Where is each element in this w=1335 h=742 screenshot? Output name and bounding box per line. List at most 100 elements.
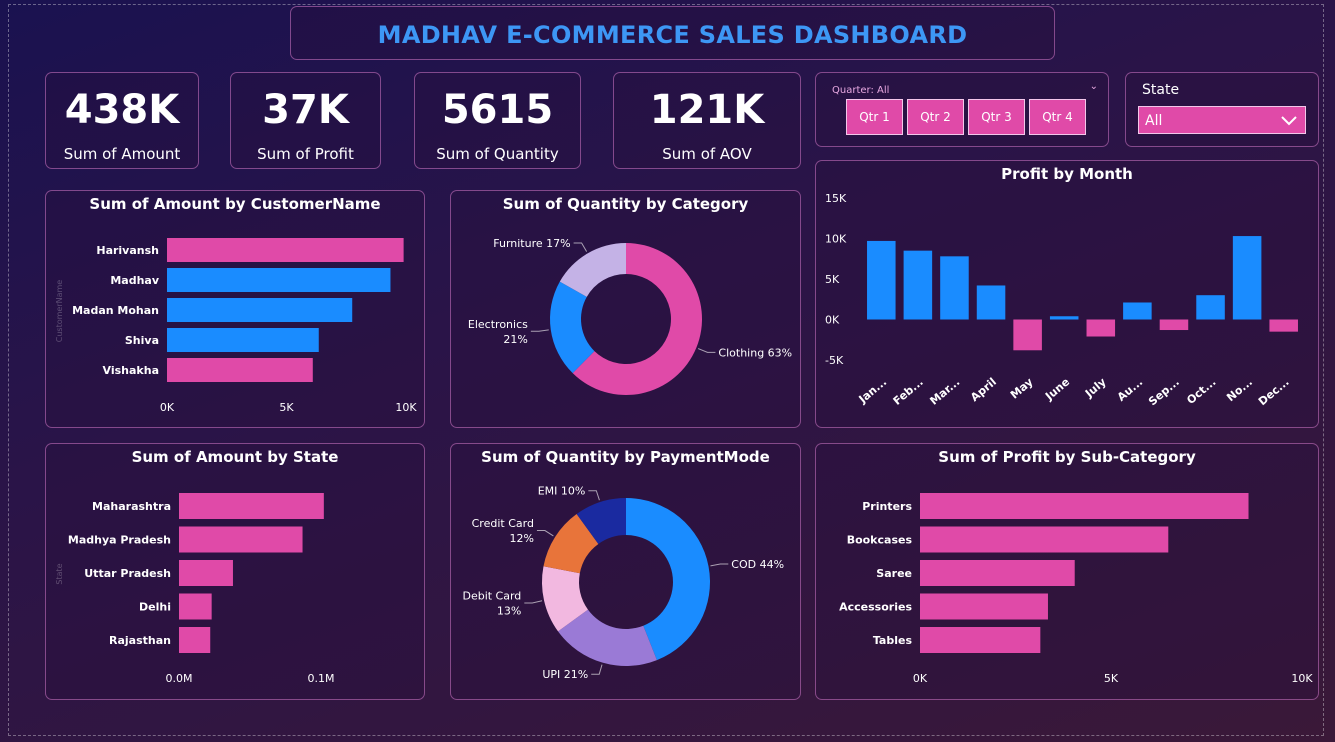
category-label: June <box>1042 375 1072 403</box>
bar <box>167 298 353 322</box>
kpi-label: Sum of AOV <box>662 145 752 163</box>
bar <box>920 627 1041 653</box>
tick-label: -5K <box>825 354 844 367</box>
tick-label: 0K <box>160 401 175 414</box>
category-label: Maharashtra <box>92 500 171 513</box>
axis-label-y: CustomerName <box>55 280 64 343</box>
kpi-card-quantity: 5615 Sum of Quantity <box>414 72 581 169</box>
slice-label: UPI 21% <box>542 668 588 681</box>
tick-label: 15K <box>825 192 847 205</box>
state-dropdown-value: All <box>1145 113 1163 129</box>
bar <box>167 268 391 292</box>
slice-label: Debit Card <box>462 589 521 602</box>
chart-quantity-by-payment: Sum of Quantity by PaymentMode COD 44% UP… <box>450 443 801 700</box>
bar <box>920 560 1075 586</box>
category-label: Madan Mohan <box>72 304 159 317</box>
qtr1-button[interactable]: Qtr 1 <box>846 99 903 135</box>
bar <box>1123 302 1152 320</box>
kpi-card-aov: 121K Sum of AOV <box>613 72 801 169</box>
category-label: May <box>1008 375 1036 401</box>
slice-label: Electronics <box>468 318 528 331</box>
chevron-down-icon <box>1281 116 1297 126</box>
state-bar-chart: State Maharashtra Madhya Pradesh Uttar Prad… <box>55 493 334 685</box>
category-label: July <box>1082 375 1109 400</box>
bar <box>179 593 212 620</box>
qtr2-button[interactable]: Qtr 2 <box>907 99 964 135</box>
category-label: Harivansh <box>96 244 159 257</box>
slice-label: Credit Card <box>472 517 534 530</box>
kpi-card-amount: 438K Sum of Amount <box>45 72 199 169</box>
bar <box>179 627 211 653</box>
tick-label: 10K <box>395 401 417 414</box>
slice-label: EMI 10% <box>538 485 586 498</box>
dashboard-title: MADHAV E-COMMERCE SALES DASHBOARD <box>377 21 968 49</box>
category-label: Shiva <box>125 334 159 347</box>
category-label: Tables <box>873 634 913 647</box>
chart-profit-by-subcategory: Sum of Profit by Sub-Category Printers Bo… <box>815 443 1319 700</box>
bar <box>167 358 313 382</box>
slice-label: Furniture 17% <box>493 237 570 250</box>
chart-quantity-by-category: Sum of Quantity by Category Clothing 63%… <box>450 190 801 428</box>
category-label: Uttar Pradesh <box>84 567 171 580</box>
tick-label: 5K <box>1104 672 1119 685</box>
payment-donut-chart: COD 44% UPI 21% Debit Card 13% Credit Card 12… <box>462 485 784 681</box>
bar <box>1159 319 1189 331</box>
kpi-value: 37K <box>262 87 349 133</box>
bar <box>920 526 1169 553</box>
bar <box>1232 236 1262 320</box>
leader-line <box>697 348 716 353</box>
category-label: Mar... <box>927 375 962 407</box>
title-box: MADHAV E-COMMERCE SALES DASHBOARD <box>290 6 1055 60</box>
bar <box>976 285 1006 320</box>
category-label: Rajasthan <box>109 634 171 647</box>
subcategory-bar-chart: Printers Bookcases Saree Accessories Tables 0… <box>839 493 1313 685</box>
category-label: Jan... <box>856 375 890 406</box>
qtr3-button[interactable]: Qtr 3 <box>968 99 1025 135</box>
tick-label: 0.0M <box>166 672 193 685</box>
bar <box>1086 319 1116 337</box>
bar <box>940 256 969 320</box>
bar <box>1049 316 1079 320</box>
kpi-card-profit: 37K Sum of Profit <box>230 72 381 169</box>
axis-label-y: State <box>55 563 64 584</box>
slice-label: 13% <box>497 604 521 617</box>
bar <box>867 240 896 320</box>
slice-label: 12% <box>509 532 533 545</box>
leader-line <box>573 242 588 252</box>
category-donut-chart: Clothing 63% Electronics 21% Furniture 17% <box>468 237 792 395</box>
category-label: Delhi <box>139 601 171 614</box>
category-label: Dec... <box>1256 375 1292 408</box>
kpi-value: 438K <box>64 87 180 133</box>
leader-line <box>530 329 549 332</box>
slice-label: COD 44% <box>731 558 784 571</box>
category-label: April <box>968 375 999 404</box>
bar <box>179 560 233 586</box>
category-label: Oct... <box>1184 375 1218 407</box>
slice-label: Clothing 63% <box>718 346 792 359</box>
bar <box>920 493 1249 519</box>
category-label: Au... <box>1115 375 1145 404</box>
state-slicer: State All <box>1125 72 1319 147</box>
chevron-down-icon[interactable]: ⌄ <box>1090 81 1098 92</box>
leader-line <box>588 490 600 501</box>
category-label: Saree <box>876 567 912 580</box>
slice-label: 21% <box>503 333 527 346</box>
tick-label: 10K <box>1291 672 1313 685</box>
tick-label: 0K <box>913 672 928 685</box>
kpi-label: Sum of Quantity <box>436 145 559 163</box>
state-slicer-label: State <box>1142 82 1180 98</box>
bar <box>167 238 404 262</box>
state-dropdown[interactable]: All <box>1138 106 1306 134</box>
leader-line <box>536 530 554 537</box>
bar <box>1269 319 1298 332</box>
leader-line <box>710 563 729 567</box>
month-bar-chart: -5K0K5K10K15KJan... Feb... Mar... April May J… <box>825 192 1298 408</box>
category-label: Printers <box>862 500 912 513</box>
category-label: Sep... <box>1146 375 1182 408</box>
tick-label: 5K <box>825 273 840 286</box>
tick-label: 5K <box>279 401 294 414</box>
qtr4-button[interactable]: Qtr 4 <box>1029 99 1086 135</box>
chart-profit-by-month: Profit by Month -5K 0K 5K 10K 15K Jan... Feb..… <box>815 160 1319 428</box>
bar <box>1013 319 1042 351</box>
quarter-slicer: Quarter: All ⌄ Qtr 1 Qtr 2 Qtr 3 Qtr 4 <box>815 72 1109 147</box>
